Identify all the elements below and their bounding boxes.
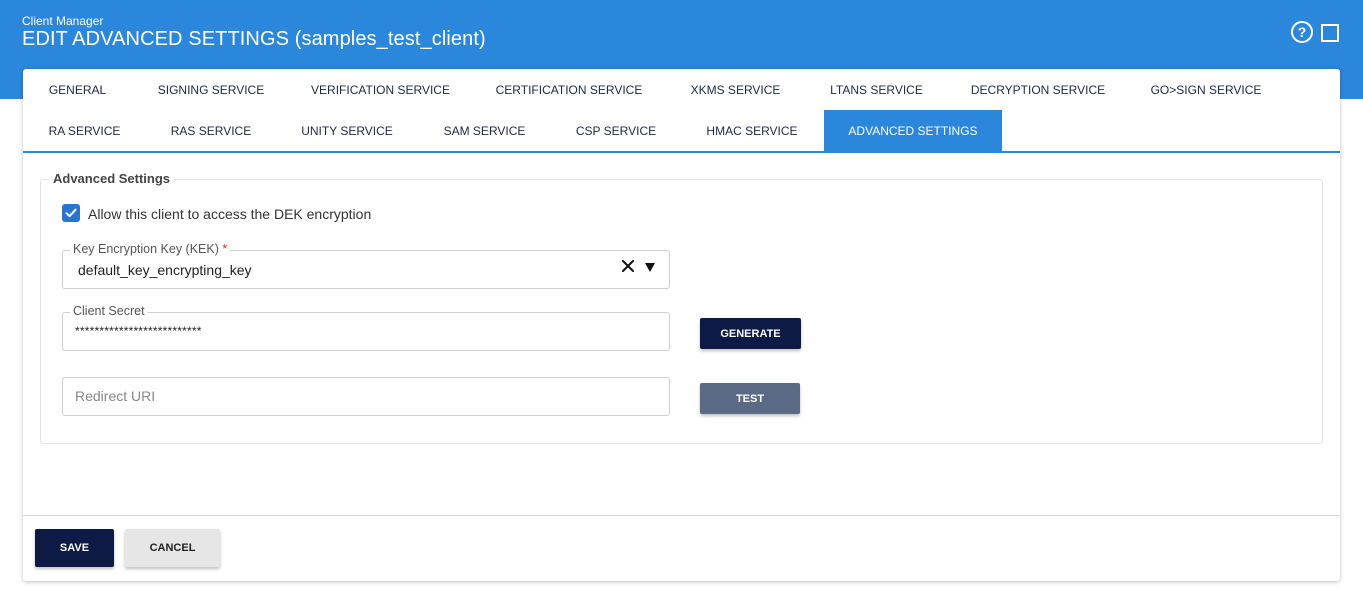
clear-icon[interactable]: [621, 259, 635, 273]
generate-button[interactable]: GENERATE: [700, 318, 801, 349]
kek-label-text: Key Encryption Key (KEK): [73, 242, 219, 256]
tab-bar: GENERAL SIGNING SERVICE VERIFICATION SER…: [23, 69, 1340, 153]
tab-ras-service[interactable]: RAS SERVICE: [165, 110, 257, 151]
tab-hmac-service[interactable]: HMAC SERVICE: [699, 110, 805, 151]
tab-gosign-service[interactable]: GO>SIGN SERVICE: [1145, 69, 1267, 110]
tab-csp-service[interactable]: CSP SERVICE: [569, 110, 663, 151]
edit-card: GENERAL SIGNING SERVICE VERIFICATION SER…: [23, 69, 1340, 581]
dropdown-arrow-icon[interactable]: [645, 263, 655, 272]
tab-signing-service[interactable]: SIGNING SERVICE: [151, 69, 271, 110]
tab-decryption-service[interactable]: DECRYPTION SERVICE: [967, 69, 1109, 110]
kek-label: Key Encryption Key (KEK) *: [70, 242, 231, 256]
tab-ra-service[interactable]: RA SERVICE: [40, 110, 129, 151]
redirect-uri-placeholder: Redirect URI: [75, 388, 156, 404]
tab-sam-service[interactable]: SAM SERVICE: [436, 110, 533, 151]
tab-verification-service[interactable]: VERIFICATION SERVICE: [308, 69, 453, 110]
tab-general[interactable]: GENERAL: [40, 69, 115, 110]
tab-certification-service[interactable]: CERTIFICATION SERVICE: [493, 69, 645, 110]
dek-checkbox[interactable]: [62, 204, 80, 222]
tab-unity-service[interactable]: UNITY SERVICE: [295, 110, 399, 151]
required-mark: *: [222, 242, 228, 256]
dek-checkbox-label[interactable]: Allow this client to access the DEK encr…: [88, 206, 371, 222]
tab-xkms-service[interactable]: XKMS SERVICE: [684, 69, 787, 110]
maximize-icon[interactable]: [1321, 24, 1339, 42]
help-icon[interactable]: ?: [1291, 21, 1313, 43]
tab-ltans-service[interactable]: LTANS SERVICE: [823, 69, 930, 110]
save-button[interactable]: SAVE: [35, 529, 114, 567]
tab-advanced-settings[interactable]: ADVANCED SETTINGS: [824, 110, 1002, 151]
app-name: Client Manager: [22, 14, 104, 28]
checkmark-icon: [65, 208, 77, 218]
kek-value: default_key_encrypting_key: [78, 262, 252, 278]
page-title: EDIT ADVANCED SETTINGS (samples_test_cli…: [22, 28, 486, 50]
test-button[interactable]: TEST: [700, 383, 800, 414]
client-secret-value: **************************: [75, 324, 202, 338]
client-secret-label: Client Secret: [70, 304, 148, 318]
advanced-settings-legend: Advanced Settings: [49, 171, 175, 186]
footer-divider: [23, 515, 1340, 516]
cancel-button[interactable]: CANCEL: [125, 529, 220, 567]
